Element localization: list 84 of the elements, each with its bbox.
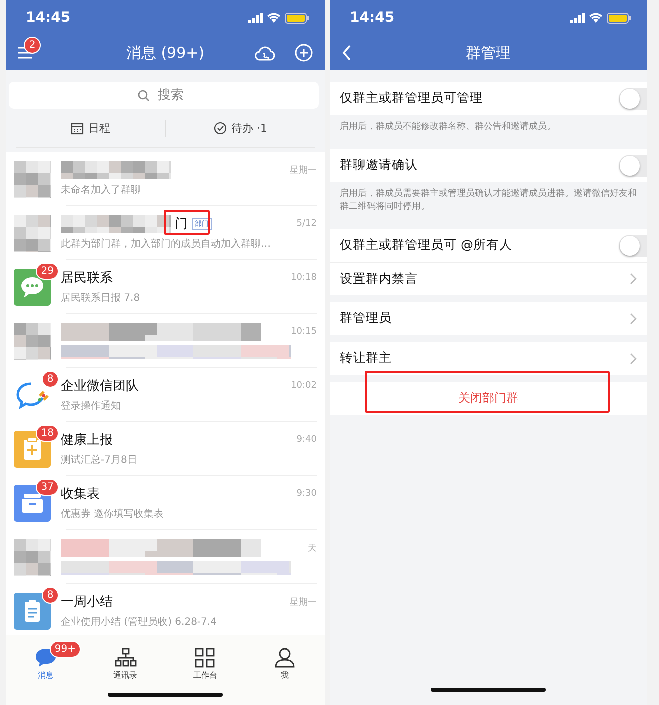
- chat-time: 星期一: [290, 596, 317, 608]
- chat-time: 天: [308, 542, 317, 554]
- chat-time: 10:18: [291, 273, 317, 283]
- chat-time: 9:30: [296, 489, 317, 499]
- chat-time: 9:40: [296, 435, 317, 445]
- unread-badge: 99+: [50, 641, 81, 658]
- close-group-button[interactable]: 关闭部门群: [330, 382, 647, 415]
- unread-badge: 8: [42, 370, 59, 388]
- chat-item[interactable]: 29 居民联系 10:18 居民联系日报 7.8: [6, 260, 325, 314]
- pixelated-drawing: [14, 538, 51, 576]
- pixelated-drawing: [14, 160, 51, 198]
- chat-name: 企业微信团队: [61, 378, 139, 395]
- setting-description: 启用后，群成员需要群主或管理员确认才能邀请成员进群。邀请微信好友和群二维码将同时停用。: [339, 188, 638, 214]
- chat-time: 10:02: [291, 381, 317, 391]
- chevron-right-icon: [630, 273, 637, 285]
- settings-row[interactable]: 群管理员: [330, 302, 647, 335]
- search-field[interactable]: 搜索: [9, 82, 319, 109]
- menu-icon: [18, 47, 32, 59]
- screen-title: 群管理: [466, 44, 511, 62]
- message-preview: 居民联系日报 7.8: [61, 292, 142, 305]
- battery-icon: [607, 12, 631, 24]
- status-time: 14:45: [26, 10, 71, 26]
- message-preview: 优惠券 邀你填写收集表: [61, 508, 166, 521]
- shortcut-button[interactable]: 待办 ·1: [165, 120, 315, 136]
- toggle-switch[interactable]: [619, 154, 647, 176]
- back-button[interactable]: [342, 45, 352, 61]
- notification-badge: 2: [24, 37, 41, 54]
- unread-badge: 37: [36, 478, 59, 496]
- battery-icon: [285, 12, 309, 24]
- search-icon: [138, 90, 150, 102]
- unread-badge: 29: [36, 262, 59, 280]
- pixelated-drawing: [14, 214, 51, 252]
- message-preview: 未命名加入了群聊: [61, 184, 142, 197]
- chat-time: 5/12: [296, 219, 317, 229]
- chat-name: 一周小结: [61, 594, 113, 611]
- chat-time: 10:15: [291, 327, 317, 337]
- chat-time: 星期一: [290, 164, 317, 176]
- unread-badge: 18: [36, 424, 59, 442]
- setting-label: 仅群主或群管理员可 @所有人: [340, 237, 512, 254]
- add-button[interactable]: [295, 44, 313, 62]
- cloud-phone-icon: [255, 46, 275, 60]
- tab-bar-item[interactable]: 通讯录: [86, 641, 166, 687]
- chat-name: 收集表: [61, 486, 100, 503]
- calendar-icon: [70, 122, 84, 134]
- chat-item[interactable]: 37 收集表 9:30 优惠券 邀你填写收集表: [6, 476, 325, 530]
- signal-icon: [570, 13, 585, 23]
- clipboard-icon: [14, 592, 51, 630]
- org-chart-icon: [114, 647, 137, 668]
- person-icon: [274, 647, 296, 668]
- folder-icon: [14, 484, 51, 522]
- unread-badge: 8: [42, 586, 59, 604]
- shortcut-button[interactable]: 日程: [16, 120, 165, 136]
- chat-item[interactable]: 18 健康上报 9:40 测试汇总-7月8日: [6, 422, 325, 476]
- grid-icon: [194, 647, 216, 668]
- signal-icon: [248, 13, 263, 23]
- wifi-icon: [267, 13, 281, 23]
- setting-label: 仅群主或群管理员可管理: [340, 90, 483, 107]
- chat-item[interactable]: 8 企业微信团队 10:02 登录操作通知: [6, 368, 325, 422]
- chat-name: 门: [175, 216, 188, 233]
- settings-row[interactable]: 转让群主: [330, 342, 647, 375]
- chevron-right-icon: [630, 352, 637, 364]
- chat-name: 居民联系: [61, 270, 113, 287]
- tab-bar-item[interactable]: 我: [245, 641, 325, 687]
- screen-title: 消息 (99+): [126, 44, 205, 62]
- chevron-right-icon: [630, 312, 637, 324]
- setting-description: 启用后，群成员不能修改群名称、群公告和邀请成员。: [339, 120, 557, 134]
- check-circle-icon: [214, 122, 226, 134]
- chat-name: 健康上报: [61, 432, 113, 449]
- menu-button[interactable]: [18, 47, 32, 59]
- toggle-switch[interactable]: [619, 234, 647, 256]
- add-icon: [295, 44, 313, 62]
- toggle-switch[interactable]: [619, 88, 647, 110]
- status-time: 14:45: [350, 10, 395, 26]
- pixelated-drawing: [14, 322, 51, 360]
- cloud-button[interactable]: [255, 46, 275, 60]
- message-preview: 企业使用小结 (管理员收) 6.28-7.4: [61, 616, 218, 629]
- wifi-icon: [589, 13, 603, 23]
- tab-bar-item[interactable]: 消息 99+: [6, 641, 86, 687]
- message-preview: 此群为部门群，加入部门的成员自动加入群聊…: [61, 238, 272, 251]
- message-preview: 登录操作通知: [61, 400, 122, 413]
- tab-bar-item[interactable]: 工作台: [166, 641, 246, 687]
- message-preview: 测试汇总-7月8日: [61, 454, 138, 467]
- setting-label: 群聊邀请确认: [340, 157, 418, 174]
- back-icon: [342, 45, 352, 61]
